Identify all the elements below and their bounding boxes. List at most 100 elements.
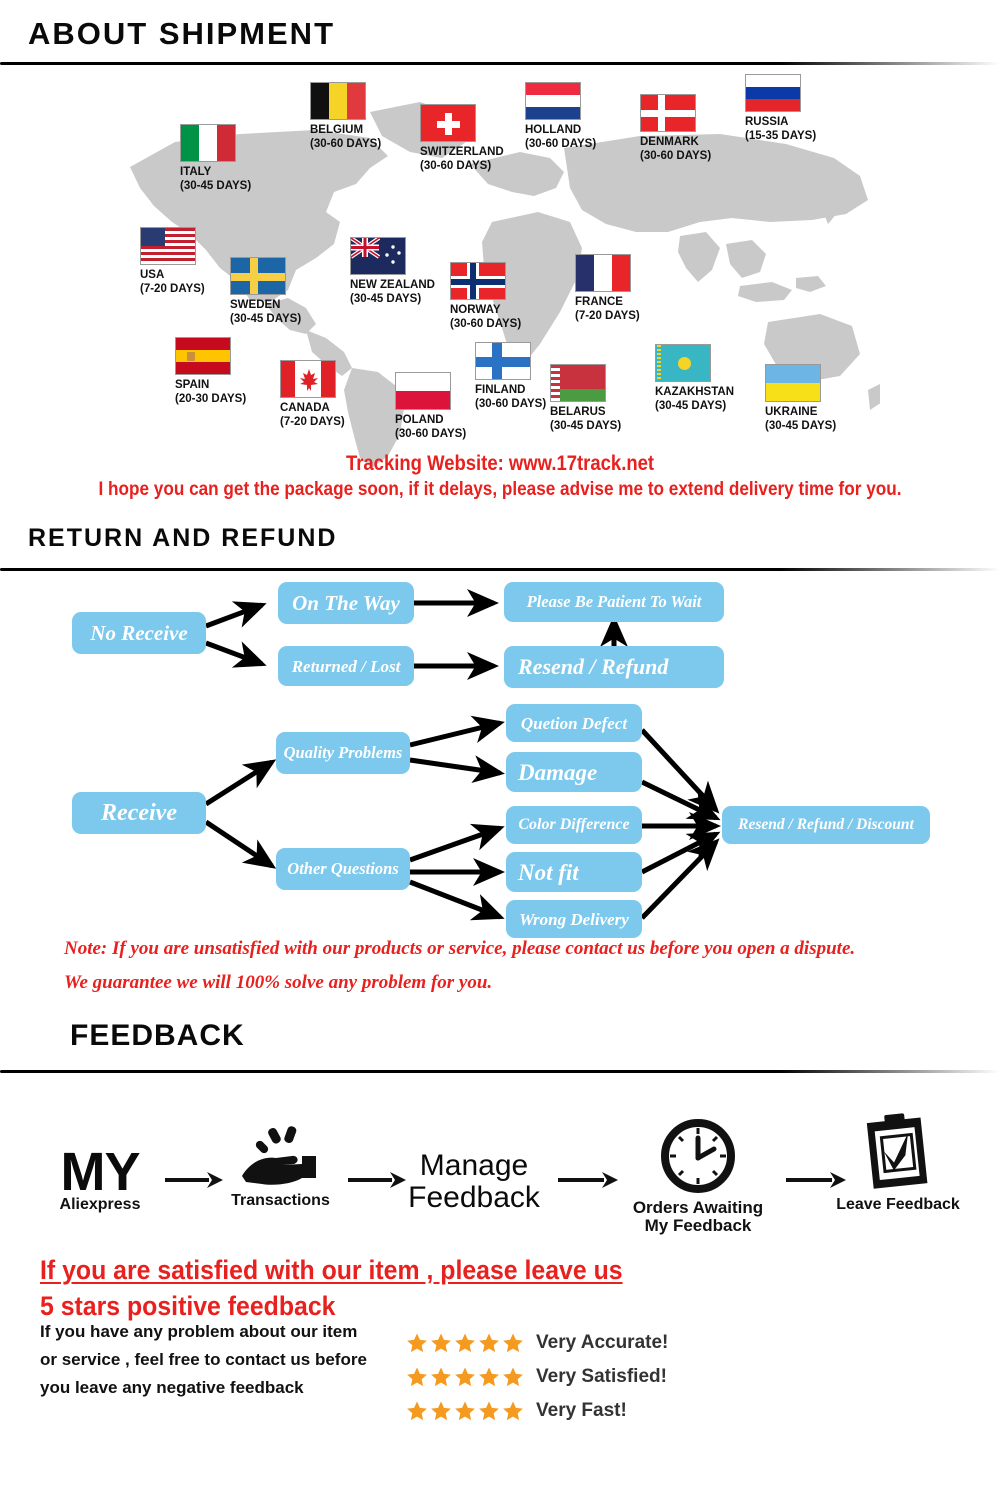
country-name: ITALY [180,166,212,178]
hand-coins-icon [241,1126,316,1185]
flow-node-on-the-way: On The Way [278,582,414,624]
flag-item-holland: HOLLAND (30-60 DAYS) [525,82,596,152]
feedback-step-manage-feedback: Manage Feedback [404,1150,544,1213]
star-rating [406,1332,524,1354]
divider-feedback [0,1070,1000,1073]
poland-flag-icon [395,372,451,410]
flag-item-kazakhstan: KAZAKHSTAN (30-45 DAYS) [655,344,734,414]
feedback-step-my-aliexpress: MY Aliexpress [40,1142,160,1213]
rating-label: Very Satisfied! [536,1366,667,1387]
manage-feedback-text: Manage Feedback [408,1149,540,1214]
star-icon [503,1367,523,1387]
country-name: SPAIN [175,379,210,391]
country-name: CANADA [280,402,330,414]
world-map-block: ITALY (30-45 DAYS) BELGIUM (30-60 DAYS) … [120,72,880,472]
feedback-step-label: Aliexpress [59,1195,141,1213]
flag-item-finland: FINLAND (30-60 DAYS) [475,342,546,412]
country-days: (30-45 DAYS) [765,420,837,433]
page-title-feedback: FEEDBACK [70,1019,245,1052]
dispute-note-line2: We guarantee we will 100% solve any prob… [64,972,493,993]
flag-item-canada: CANADA (7-20 DAYS) [280,360,345,430]
country-days: (30-45 DAYS) [350,293,422,306]
country-name: NEW ZEALAND [350,279,435,291]
star-icon [455,1367,475,1387]
page-title-shipment: ABOUT SHIPMENT [28,16,335,51]
flag-item-ukraine: UKRAINE (30-45 DAYS) [765,364,836,434]
ukraine-flag-icon [765,364,821,402]
arrow-2-icon [348,1172,406,1188]
clipboard-check-icon [866,1113,928,1189]
flow-node-please-be-patient: Please Be Patient To Wait [504,582,724,622]
country-name: BELGIUM [310,124,364,136]
satisfied-callout-line1: If you are satisfied with our item , ple… [40,1255,623,1285]
country-days: (30-45 DAYS) [655,400,727,413]
country-name: FRANCE [575,296,623,308]
star-icon [455,1333,475,1353]
country-name: DENMARK [640,136,699,148]
country-days: (7-20 DAYS) [575,310,640,323]
feedback-step-leave-feedback: Leave Feedback [818,1112,978,1214]
country-days: (7-20 DAYS) [280,416,345,429]
rating-label: Very Fast! [536,1400,627,1421]
star-icon [479,1367,499,1387]
country-days: (30-60 DAYS) [525,138,597,151]
country-name: SWEDEN [230,299,281,311]
country-days: (30-60 DAYS) [395,428,467,441]
country-name: POLAND [395,414,444,426]
country-days: (30-45 DAYS) [180,180,252,193]
country-name: USA [140,269,165,281]
kazakhstan-flag-icon [655,344,711,382]
flag-item-poland: POLAND (30-60 DAYS) [395,372,466,442]
feedback-step-label: Orders Awaiting My Feedback [632,1198,764,1235]
flag-item-belgium: BELGIUM (30-60 DAYS) [310,82,381,152]
country-days: (30-45 DAYS) [230,313,302,326]
italy-flag-icon [180,124,236,162]
rating-row: Very Accurate! [406,1332,668,1354]
flag-item-russia: RUSSIA (15-35 DAYS) [745,74,816,144]
feedback-step-transactions: Transactions [218,1126,343,1210]
country-name: NORWAY [450,304,501,316]
star-icon [407,1333,427,1353]
country-days: (20-30 DAYS) [175,393,247,406]
feedback-step-orders-awaiting: Orders Awaiting My Feedback [618,1118,778,1235]
country-days: (30-60 DAYS) [420,160,492,173]
holland-flag-icon [525,82,581,120]
sweden-flag-icon [230,257,286,295]
flag-item-sweden: SWEDEN (30-45 DAYS) [230,257,301,327]
arrow-3-icon [558,1172,618,1188]
flag-item-norway: NORWAY (30-60 DAYS) [450,262,521,332]
newzealand-flag-icon [350,237,406,275]
dispute-note-line1: Note: If you are unsatisfied with our pr… [64,938,856,959]
star-icon [479,1333,499,1353]
country-days: (30-60 DAYS) [640,150,712,163]
flow-node-not-fit: Not fit [506,852,642,892]
country-name: FINLAND [475,384,526,396]
flow-node-damage: Damage [506,752,642,792]
star-icon [407,1367,427,1387]
flow-node-color-difference: Color Difference [506,806,642,844]
country-days: (7-20 DAYS) [140,283,205,296]
my-aliexpress-text: MY [60,1142,141,1202]
country-days: (30-60 DAYS) [450,318,522,331]
flag-item-denmark: DENMARK (30-60 DAYS) [640,94,711,164]
page-title-return: RETURN AND REFUND [28,524,338,552]
flow-node-other-questions: Other Questions [276,848,410,890]
flow-node-wrong-delivery: Wrong Delivery [506,900,642,938]
rating-label: Very Accurate! [536,1332,669,1353]
belarus-flag-icon [550,364,606,402]
divider-shipment [0,62,1000,65]
flag-item-spain: SPAIN (20-30 DAYS) [175,337,246,407]
rating-row: Very Fast! [406,1400,627,1422]
country-days: (30-45 DAYS) [550,420,622,433]
spain-flag-icon [175,337,231,375]
star-icon [431,1333,451,1353]
star-icon [479,1401,499,1421]
flag-item-newzealand: NEW ZEALAND (30-45 DAYS) [350,237,435,307]
arrow-1-icon [165,1172,223,1188]
country-days: (30-60 DAYS) [310,138,382,151]
clock-icon [661,1119,735,1193]
flow-node-quality-problems: Quality Problems [276,732,410,774]
star-icon [503,1401,523,1421]
flow-node-resend-refund-discount: Resend / Refund / Discount [722,806,930,844]
country-days: (30-60 DAYS) [475,398,547,411]
